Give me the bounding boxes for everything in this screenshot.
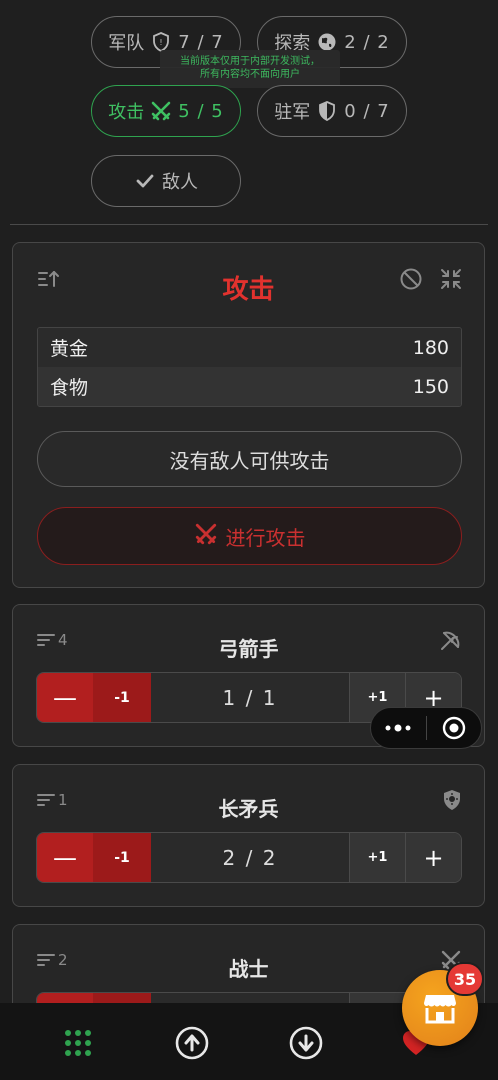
resource-value: 150 (412, 375, 449, 398)
grid-icon (65, 1030, 91, 1056)
filter-explore-count: 2 / 2 (344, 31, 390, 53)
unit-name: 长矛兵 (218, 797, 279, 821)
miniprogram-capsule (370, 707, 482, 749)
shield-emblem-icon (442, 789, 462, 815)
attack-button[interactable]: 进行攻击 (37, 507, 462, 565)
svg-text:!: ! (160, 38, 163, 47)
filter-attack[interactable]: 攻击 5 / 5 (91, 85, 241, 137)
plus-all-button[interactable]: + (405, 833, 461, 882)
collapse-icon[interactable] (439, 267, 463, 295)
unit-name: 战士 (228, 957, 269, 981)
resource-name: 黄金 (50, 338, 89, 360)
unit-card-spearman: 1 长矛兵 — -1 2 / 2 +1 + (12, 764, 485, 907)
grid-menu-button[interactable] (60, 1025, 96, 1061)
resource-value: 180 (412, 336, 449, 359)
attack-panel: 攻击 黄金 180 食物 150 没有敌人可供攻击 进行攻击 (12, 242, 485, 588)
resource-table: 黄金 180 食物 150 (37, 327, 462, 407)
filter-attack-label: 攻击 (108, 102, 145, 123)
filter-garrison-count: 0 / 7 (344, 100, 390, 122)
arrow-up-circle-icon (175, 1026, 209, 1060)
unit-name: 弓箭手 (218, 637, 279, 661)
no-enemy-button[interactable]: 没有敌人可供攻击 (37, 431, 462, 487)
minus-all-button[interactable]: — (37, 673, 93, 722)
minus-all-button[interactable]: — (37, 833, 93, 882)
crossed-swords-icon (194, 522, 218, 551)
checkmark-icon (134, 170, 156, 192)
filter-enemy[interactable]: 敌人 (91, 155, 241, 207)
shop-icon (424, 995, 456, 1024)
dev-notice-line2: 所有内容均不面向用户 (200, 69, 300, 80)
crossed-swords-icon (150, 100, 172, 122)
attack-button-label: 进行攻击 (225, 525, 306, 550)
bow-icon (440, 629, 462, 655)
dev-notice-tooltip: 当前版本仅用于内部开发测试， 所有内容均不面向用户 (160, 50, 340, 88)
more-menu-button[interactable] (371, 708, 426, 748)
minus-one-button[interactable]: -1 (93, 673, 151, 722)
half-shield-icon (316, 100, 338, 122)
arrow-down-circle-icon (289, 1026, 323, 1060)
filter-garrison-label: 驻军 (274, 102, 311, 123)
resource-name: 食物 (50, 377, 89, 399)
ban-icon[interactable] (399, 267, 423, 295)
filter-army-label: 军队 (108, 33, 145, 54)
quantity-value: 2 / 2 (151, 833, 349, 882)
divider (10, 224, 488, 225)
scroll-up-button[interactable] (174, 1025, 210, 1061)
minus-one-button[interactable]: -1 (93, 833, 151, 882)
filter-enemy-label: 敌人 (162, 172, 198, 193)
quantity-stepper: — -1 2 / 2 +1 + (36, 832, 462, 883)
resource-row-gold: 黄金 180 (38, 328, 461, 367)
dev-notice-line1: 当前版本仅用于内部开发测试， (180, 56, 320, 67)
filter-attack-count: 5 / 5 (178, 100, 224, 122)
quantity-value: 1 / 1 (151, 673, 349, 722)
shop-badge: 35 (446, 962, 484, 996)
close-target-button[interactable] (426, 708, 481, 748)
resource-row-food: 食物 150 (38, 367, 461, 406)
scroll-down-button[interactable] (288, 1025, 324, 1061)
filter-garrison[interactable]: 驻军 0 / 7 (257, 85, 407, 137)
plus-one-button[interactable]: +1 (349, 833, 405, 882)
